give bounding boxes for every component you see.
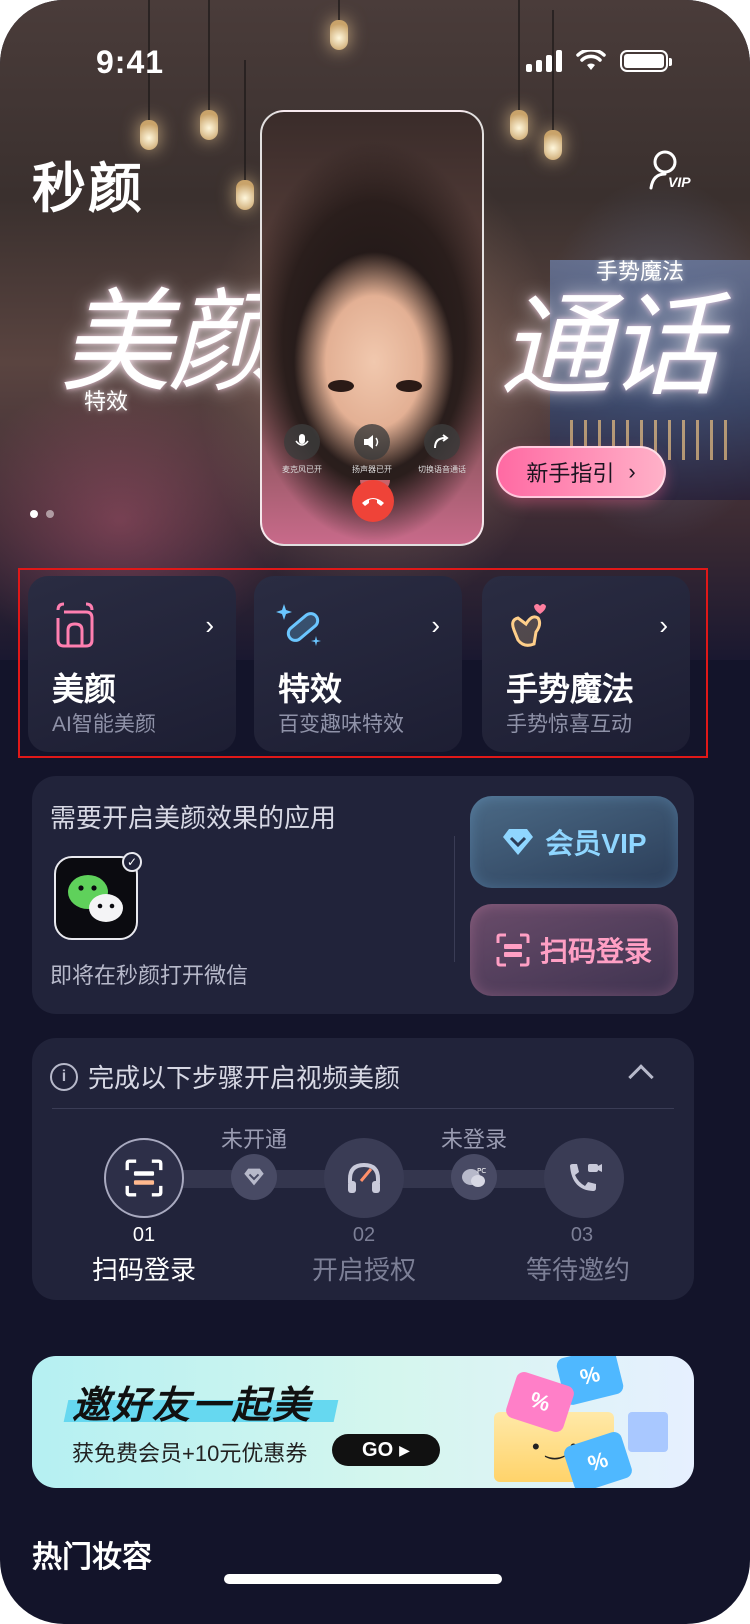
step-number: 03 [570, 1224, 594, 1246]
chevron-right-icon: › [205, 610, 214, 640]
status-icons [526, 50, 672, 72]
battery-icon [620, 50, 672, 72]
voice-switch-icon[interactable] [424, 424, 460, 460]
feature-card-beauty[interactable]: › 美颜 AI智能美颜 [28, 576, 236, 752]
wifi-icon [576, 50, 606, 70]
pendant-lamp [236, 60, 254, 210]
vip-membership-button[interactable]: 会员VIP [470, 796, 678, 888]
hang-up-button[interactable] [352, 480, 394, 522]
hero-left-tag: 特效 [84, 389, 129, 414]
play-icon: ▶ [399, 1441, 410, 1458]
connector-label: 未开通 [220, 1127, 287, 1152]
chevron-up-icon[interactable] [628, 1064, 654, 1090]
hero-banner[interactable]: 9:41 秒颜 VIP 美颜 特效 通话 手势魔法 麦克风已开 扬声器已开 切换… [0, 0, 750, 660]
feature-card-effects[interactable]: › 特效 百变趣味特效 [254, 576, 462, 752]
beginner-guide-button[interactable]: 新手指引 › [496, 446, 666, 498]
mic-label: 麦克风已开 [282, 465, 322, 474]
go-label: GO [362, 1438, 394, 1461]
scan-icon [125, 1159, 163, 1197]
feature-card-gesture[interactable]: › 手势魔法 手势惊喜互动 [482, 576, 690, 752]
pendant-lamp [330, 0, 348, 50]
pendant-lamp [510, 0, 528, 140]
scan-login-button[interactable]: 扫码登录 [470, 904, 678, 996]
magic-wand-icon [276, 604, 321, 646]
step-label: 开启授权 [311, 1255, 416, 1285]
check-icon: ✓ [122, 852, 142, 872]
app-screen: 9:41 秒颜 VIP 美颜 特效 通话 手势魔法 麦克风已开 扬声器已开 切换… [0, 0, 750, 1624]
feature-title: 手势魔法 [506, 671, 635, 707]
carousel-dot-active [30, 510, 38, 518]
feature-subtitle: 百变趣味特效 [278, 713, 404, 736]
connector-label: 未登录 [440, 1127, 507, 1152]
chevron-right-icon: › [628, 459, 636, 484]
mic-icon[interactable] [284, 424, 320, 460]
face-eye [328, 380, 354, 392]
diamond-icon [231, 1154, 277, 1200]
app-title: 秒颜 [32, 157, 144, 220]
headset-icon [348, 1162, 380, 1193]
face-eye [396, 380, 422, 392]
chevron-right-icon: › [659, 610, 668, 640]
vip-user-button[interactable]: VIP [648, 148, 708, 196]
face-beauty-icon [56, 602, 94, 648]
chevron-right-icon: › [431, 610, 440, 640]
target-app-panel: 需要开启美颜效果的应用 ✓ 即将在秒颜打开微信 会员VIP 扫码登录 [32, 776, 694, 1014]
diamond-icon [503, 829, 534, 855]
speaker-icon[interactable] [354, 424, 390, 460]
step-wait-invite[interactable] [544, 1138, 624, 1218]
svg-text:PC: PC [477, 1167, 486, 1175]
steps-header: i 完成以下步骤开启视频美颜 [50, 1058, 400, 1095]
guide-label: 新手指引 [526, 461, 615, 486]
speaker-label: 扬声器已开 [352, 465, 392, 474]
banner-title: 邀好友一起美 [72, 1385, 313, 1427]
carousel-indicator [30, 510, 54, 518]
finger-heart-icon [511, 604, 546, 647]
divider [52, 1108, 674, 1109]
step-scan-login[interactable] [104, 1138, 184, 1218]
feature-cards: › 美颜 AI智能美颜 › 特效 百变趣味特效 › 手势魔法 手势惊喜互动 [18, 568, 708, 758]
feature-title: 美颜 [52, 671, 117, 707]
phone-hangup-icon [362, 498, 384, 506]
step-label: 等待邀约 [525, 1255, 630, 1285]
invite-friends-banner[interactable]: 邀好友一起美 获免费会员+10元优惠券 GO ▶ • ‿ • % % % [32, 1356, 694, 1488]
pendant-lamp [544, 10, 562, 160]
scan-button-label: 扫码登录 [539, 936, 652, 967]
home-indicator[interactable] [224, 1574, 502, 1584]
step-authorize[interactable] [324, 1138, 404, 1218]
go-button[interactable]: GO ▶ [332, 1434, 440, 1466]
wechat-icon [68, 875, 123, 922]
setup-steps-panel: i 完成以下步骤开启视频美颜 未开通 未登录 PC 01 扫码登录 02 开启授… [32, 1038, 694, 1300]
section-title: 热门妆容 [32, 1541, 152, 1574]
panel-note: 即将在秒颜打开微信 [50, 963, 249, 988]
panel-heading: 需要开启美颜效果的应用 [50, 803, 337, 833]
cellular-signal-icon [526, 50, 562, 72]
video-call-preview: 麦克风已开 扬声器已开 切换语音通话 [260, 110, 484, 546]
vip-badge: VIP [668, 174, 691, 190]
step-number: 02 [352, 1224, 376, 1246]
carousel-dot [46, 510, 54, 518]
steps-heading: 完成以下步骤开启视频美颜 [88, 1063, 401, 1093]
vip-button-label: 会员VIP [545, 828, 647, 859]
step-label: 扫码登录 [91, 1255, 196, 1285]
video-call-icon [570, 1164, 602, 1191]
hero-right-tag: 手势魔法 [596, 259, 685, 284]
feature-subtitle: 手势惊喜互动 [506, 713, 632, 736]
panel-divider [454, 836, 455, 962]
voice-switch-label: 切换语音通话 [418, 465, 466, 474]
scan-icon [496, 933, 530, 967]
banner-subtitle: 获免费会员+10元优惠券 [72, 1441, 308, 1466]
info-icon: i [50, 1062, 78, 1091]
wechat-pc-icon: PC [451, 1154, 497, 1200]
step-number: 01 [132, 1224, 156, 1246]
gift-box-small-icon [628, 1412, 668, 1452]
feature-title: 特效 [278, 671, 343, 707]
pendant-lamp [200, 0, 218, 140]
status-time: 9:41 [96, 44, 165, 80]
feature-subtitle: AI智能美颜 [52, 713, 156, 736]
